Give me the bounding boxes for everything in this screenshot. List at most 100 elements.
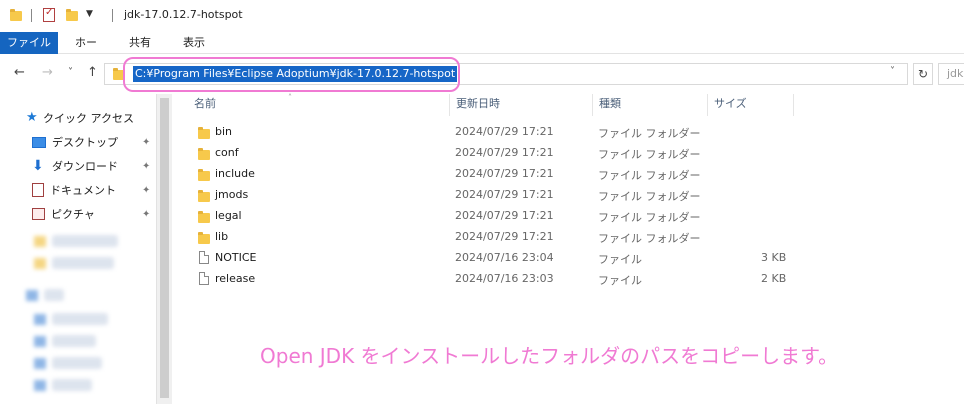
table-row[interactable]: legal 2024/07/29 17:21 ファイル フォルダー: [192, 206, 792, 226]
column-label: 種類: [599, 97, 621, 110]
star-icon: ★: [26, 110, 38, 125]
address-dropdown-icon[interactable]: ˅: [890, 66, 895, 77]
separator: [31, 9, 32, 22]
sidebar-item-quick-access[interactable]: ★ クイック アクセス: [26, 108, 134, 128]
folder-icon: [198, 232, 210, 244]
file-name: include: [215, 167, 255, 180]
obscured-item: [52, 335, 96, 347]
obscured-item: [52, 357, 102, 369]
obscured-icon: [34, 336, 46, 347]
folder-icon: [198, 169, 210, 181]
obscured-item: [44, 289, 64, 301]
refresh-icon[interactable]: ↻: [913, 63, 933, 85]
file-date: 2024/07/29 17:21: [455, 230, 554, 243]
tab-home[interactable]: ホーム: [70, 32, 102, 71]
desktop-icon: [32, 136, 46, 148]
title-bar: ▼ jdk-17.0.12.7-hotspot: [0, 0, 964, 32]
file-type: ファイル: [598, 274, 642, 287]
ribbon-tabs: ファイル ホーム 共有 表示: [0, 32, 964, 71]
obscured-icon: [34, 314, 46, 325]
sidebar-item-label: デスクトップ: [52, 136, 118, 149]
file-date: 2024/07/29 17:21: [455, 209, 554, 222]
file-size: 2 KB: [761, 272, 787, 285]
folder-icon: [198, 127, 210, 139]
sidebar-item-desktop[interactable]: デスクトップ: [32, 132, 118, 152]
tab-view[interactable]: 表示: [180, 32, 208, 54]
table-row[interactable]: include 2024/07/29 17:21 ファイル フォルダー: [192, 164, 792, 184]
column-label: 更新日時: [456, 97, 500, 110]
table-row[interactable]: lib 2024/07/29 17:21 ファイル フォルダー: [192, 227, 792, 247]
back-icon[interactable]: ←: [14, 66, 25, 80]
tab-share[interactable]: 共有: [126, 32, 154, 54]
file-type: ファイル フォルダー: [598, 190, 701, 203]
file-name: lib: [215, 230, 229, 243]
sidebar-item-label: ダウンロード: [52, 160, 118, 173]
column-headers: 名前 ˄ 更新日時 種類 サイズ: [172, 93, 794, 116]
navigation-pane: ★ クイック アクセス デスクトップ ✦ ⬇ ダウンロード ✦ ドキュメント ✦…: [0, 94, 156, 404]
sidebar-item-label: ピクチャ: [51, 208, 95, 221]
file-type: ファイル フォルダー: [598, 211, 701, 224]
column-label: サイズ: [714, 97, 747, 110]
obscured-icon: [34, 380, 46, 391]
file-date: 2024/07/29 17:21: [455, 125, 554, 138]
sidebar-item-label: クイック アクセス: [43, 112, 134, 125]
folder-icon: [198, 148, 210, 160]
file-date: 2024/07/16 23:04: [455, 251, 554, 264]
pin-icon[interactable]: ✦: [142, 161, 150, 172]
sidebar-scrollbar[interactable]: [156, 94, 172, 404]
sidebar-item-downloads[interactable]: ⬇ ダウンロード: [32, 156, 118, 176]
folder-icon: [34, 258, 46, 269]
file-name: NOTICE: [215, 251, 257, 264]
file-type: ファイル フォルダー: [598, 169, 701, 182]
file-date: 2024/07/16 23:03: [455, 272, 554, 285]
recent-locations-icon[interactable]: ˅: [68, 66, 73, 80]
table-row[interactable]: jmods 2024/07/29 17:21 ファイル フォルダー: [192, 185, 792, 205]
pin-icon[interactable]: ✦: [142, 209, 150, 220]
new-folder-icon[interactable]: [66, 9, 78, 21]
column-header-type[interactable]: 種類: [593, 94, 708, 116]
search-input[interactable]: jdk: [938, 63, 964, 85]
file-date: 2024/07/29 17:21: [455, 188, 554, 201]
forward-icon[interactable]: →: [42, 66, 53, 80]
folder-icon: [34, 236, 46, 247]
pin-icon[interactable]: ✦: [142, 137, 150, 148]
file-type: ファイル フォルダー: [598, 127, 701, 140]
address-highlight: [123, 57, 460, 92]
column-header-size[interactable]: サイズ: [708, 94, 794, 116]
table-row[interactable]: bin 2024/07/29 17:21 ファイル フォルダー: [192, 122, 792, 142]
table-row[interactable]: NOTICE 2024/07/16 23:04 ファイル 3 KB: [192, 248, 792, 268]
file-type: ファイル フォルダー: [598, 148, 701, 161]
up-icon[interactable]: ↑: [87, 66, 98, 80]
documents-icon: [32, 183, 44, 197]
pictures-icon: [32, 208, 45, 220]
column-header-date[interactable]: 更新日時: [450, 94, 593, 116]
folder-icon: [198, 190, 210, 202]
column-label: 名前: [194, 97, 216, 110]
file-date: 2024/07/29 17:21: [455, 146, 554, 159]
instruction-caption: Open JDK をインストールしたフォルダのパスをコピーします。: [260, 344, 839, 368]
scrollbar-thumb[interactable]: [160, 98, 169, 398]
sidebar-item-documents[interactable]: ドキュメント: [32, 180, 116, 200]
folder-icon: [198, 211, 210, 223]
file-name: jmods: [215, 188, 249, 201]
properties-icon[interactable]: [43, 7, 55, 22]
column-header-name[interactable]: 名前 ˄: [188, 93, 450, 116]
file-icon: [199, 251, 209, 264]
tab-file[interactable]: ファイル: [0, 32, 58, 54]
customize-toolbar-icon[interactable]: ▼: [86, 9, 93, 19]
sort-caret-icon: ˄: [288, 93, 292, 102]
table-row[interactable]: release 2024/07/16 23:03 ファイル 2 KB: [192, 269, 792, 289]
obscured-item: [52, 235, 118, 247]
file-type: ファイル: [598, 253, 642, 266]
sidebar-item-pictures[interactable]: ピクチャ: [32, 204, 95, 224]
folder-icon[interactable]: [10, 9, 22, 21]
file-name: release: [215, 272, 256, 285]
file-name: conf: [215, 146, 239, 159]
obscured-icon: [34, 358, 46, 369]
table-row[interactable]: conf 2024/07/29 17:21 ファイル フォルダー: [192, 143, 792, 163]
file-date: 2024/07/29 17:21: [455, 167, 554, 180]
obscured-item: [52, 313, 108, 325]
pin-icon[interactable]: ✦: [142, 185, 150, 196]
onedrive-icon: [26, 290, 38, 301]
file-name: bin: [215, 125, 233, 138]
